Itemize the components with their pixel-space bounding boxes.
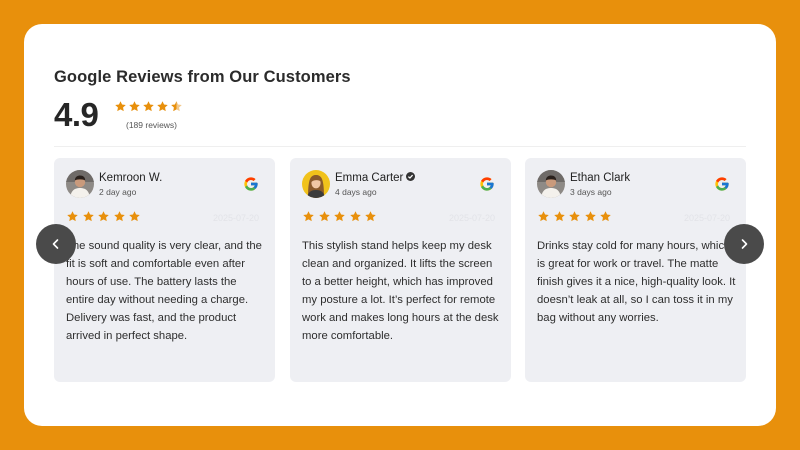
avatar bbox=[537, 170, 565, 198]
star-icon bbox=[568, 210, 581, 223]
star-icon bbox=[82, 210, 95, 223]
review-time-ago: 4 days ago bbox=[335, 187, 377, 197]
divider bbox=[54, 146, 746, 147]
google-icon bbox=[714, 176, 730, 192]
star-icon bbox=[142, 100, 155, 113]
star-icon bbox=[584, 210, 597, 223]
next-button[interactable] bbox=[724, 224, 764, 264]
widget-heading: Google Reviews from Our Customers bbox=[54, 68, 351, 86]
previous-button[interactable] bbox=[36, 224, 76, 264]
google-icon bbox=[479, 176, 495, 192]
star-icon bbox=[599, 210, 612, 223]
review-time-ago: 2 day ago bbox=[99, 187, 137, 197]
review-stars bbox=[66, 210, 141, 223]
half-star-icon bbox=[170, 100, 183, 113]
avatar bbox=[66, 170, 94, 198]
review-count: (189 reviews) bbox=[126, 120, 178, 130]
star-icon bbox=[302, 210, 315, 223]
average-rating: 4.9 bbox=[54, 96, 99, 133]
review-time-ago: 3 days ago bbox=[570, 187, 612, 197]
review-stars bbox=[302, 210, 377, 223]
reviews-widget: Google Reviews from Our Customers 4.9 (1… bbox=[24, 24, 776, 426]
verified-badge-icon bbox=[406, 172, 416, 182]
review-date: 2025-07-20 bbox=[683, 213, 730, 223]
star-icon bbox=[156, 100, 169, 113]
review-text: The sound quality is very clear, and the… bbox=[66, 240, 262, 342]
star-icon bbox=[333, 210, 346, 223]
star-icon bbox=[128, 210, 141, 223]
star-icon bbox=[66, 210, 79, 223]
avatar bbox=[302, 170, 330, 198]
chevron-left-icon bbox=[52, 239, 59, 249]
average-rating-stars bbox=[114, 100, 183, 113]
star-icon bbox=[537, 210, 550, 223]
star-icon bbox=[97, 210, 110, 223]
google-icon bbox=[243, 176, 259, 192]
review-card: Ethan Clark 3 days ago 2025-07-20 Drinks… bbox=[525, 158, 746, 382]
reviewer-name: Ethan Clark bbox=[570, 172, 631, 184]
star-icon bbox=[553, 210, 566, 223]
star-icon bbox=[113, 210, 126, 223]
star-icon bbox=[318, 210, 331, 223]
review-carousel: Kemroon W. 2 day ago 2025-07-20 The soun… bbox=[54, 158, 746, 382]
review-text: This stylish stand helps keep my desk cl… bbox=[302, 240, 499, 342]
reviewer-name: Emma Carter bbox=[335, 172, 416, 184]
reviewer-name: Kemroon W. bbox=[99, 172, 163, 184]
star-icon bbox=[364, 210, 377, 223]
review-card: Kemroon W. 2 day ago 2025-07-20 The soun… bbox=[54, 158, 275, 382]
review-stars bbox=[537, 210, 612, 223]
star-icon bbox=[114, 100, 127, 113]
star-icon bbox=[349, 210, 362, 223]
review-date: 2025-07-20 bbox=[212, 213, 259, 223]
chevron-right-icon bbox=[741, 239, 748, 249]
review-date: 2025-07-20 bbox=[448, 213, 495, 223]
review-card: Emma Carter 4 days ago 2025-07-20 This s… bbox=[290, 158, 511, 382]
review-text: Drinks stay cold for many hours, which i… bbox=[537, 240, 736, 324]
star-icon bbox=[128, 100, 141, 113]
